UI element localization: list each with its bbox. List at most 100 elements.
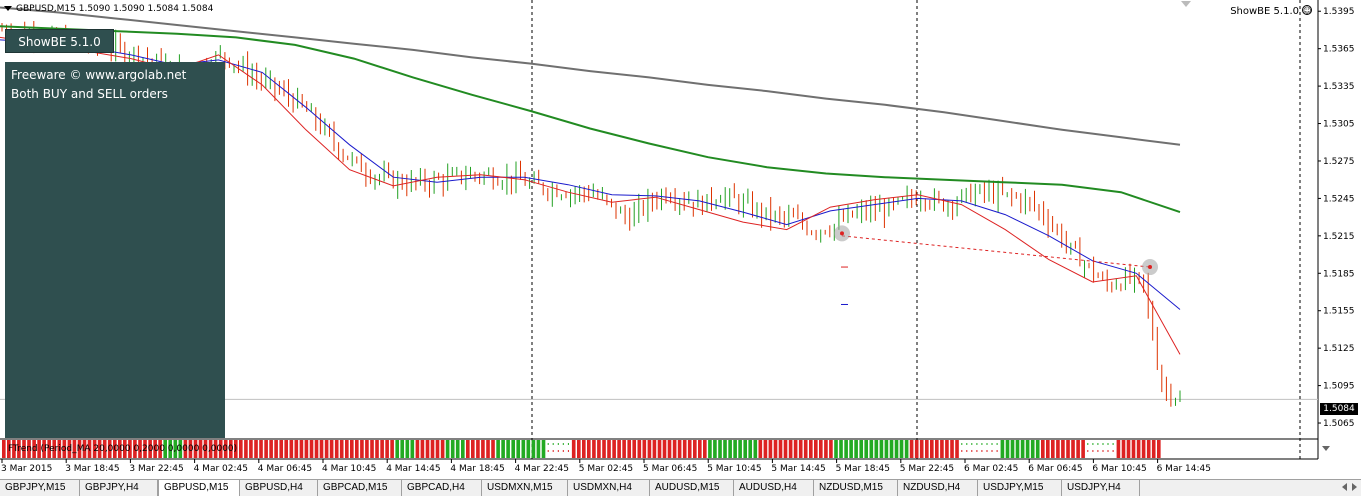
ftrend-bar <box>304 440 309 458</box>
ftrend-dot <box>1087 443 1089 445</box>
ftrend-dot <box>996 443 998 445</box>
ftrend-bar <box>1005 440 1010 458</box>
ftrend-dot <box>562 443 564 445</box>
time-tick-label: 6 Mar 10:45 <box>1092 464 1146 474</box>
chart-tab[interactable]: GBPUSD,M15 <box>158 479 240 496</box>
ftrend-bar <box>753 440 758 458</box>
chart-tab[interactable]: NZDUSD,M15 <box>814 480 898 496</box>
ftrend-bar <box>294 440 299 458</box>
ftrend-bar <box>334 440 339 458</box>
ftrend-dot <box>966 450 968 452</box>
trade-connector-line <box>841 235 1151 268</box>
ftrend-dot <box>961 443 963 445</box>
ftrend-dot <box>1097 450 1099 452</box>
chart-tab[interactable]: USDMXN,H4 <box>568 480 650 496</box>
ftrend-bar <box>486 440 490 458</box>
ftrend-bar <box>889 440 894 458</box>
ftrend-bar <box>708 440 712 458</box>
ftrend-bar <box>607 440 611 458</box>
tab-scroll-left-icon[interactable] <box>1342 483 1347 491</box>
ftrend-bar <box>738 440 742 458</box>
ftrend-bar <box>718 440 722 458</box>
ftrend-bar <box>622 440 626 458</box>
chart-tab[interactable]: NZDUSD,H4 <box>898 480 978 496</box>
showbe-button[interactable]: ShowBE 5.1.0 <box>5 29 114 53</box>
price-tick-label: 1.5155 <box>1323 307 1355 317</box>
ftrend-bar <box>425 440 430 458</box>
ftrend-bar <box>2 440 6 458</box>
ftrend-bar <box>980 440 985 458</box>
symbol-menu-icon[interactable] <box>4 6 12 11</box>
ftrend-bar <box>783 440 788 458</box>
ftrend-bar <box>1101 440 1106 458</box>
ftrend-dot <box>557 450 559 452</box>
ftrend-bar <box>899 440 904 458</box>
ftrend-bar <box>662 440 667 458</box>
ftrend-bar <box>1046 440 1050 458</box>
ftrend-bar <box>945 440 949 458</box>
chart-tab[interactable]: AUDUSD,H4 <box>734 480 814 496</box>
ftrend-bar <box>748 440 753 458</box>
time-tick-label: 6 Mar 06:45 <box>1028 464 1082 474</box>
chart-tab[interactable]: GBPJPY,M15 <box>0 480 80 496</box>
ftrend-bar <box>1015 440 1020 458</box>
ftrend-bar <box>511 440 516 458</box>
ftrend-bar <box>1056 440 1060 458</box>
tab-scroll-right-icon[interactable] <box>1352 483 1357 491</box>
ftrend-bar <box>1000 440 1005 458</box>
ftrend-bar <box>1010 440 1015 458</box>
time-tick-label: 4 Mar 06:45 <box>258 464 312 474</box>
ftrend-bar <box>1146 440 1151 458</box>
ftrend-bar <box>960 440 964 458</box>
ftrend-bar <box>854 440 858 458</box>
ftrend-bar <box>975 440 980 458</box>
ftrend-bar <box>682 440 687 458</box>
chart-tab[interactable]: GBPCAD,H4 <box>402 480 482 496</box>
chart-tab[interactable]: AUDUSD,M15 <box>650 480 734 496</box>
chart-tab[interactable]: GBPCAD,M15 <box>318 480 402 496</box>
ftrend-bar <box>360 440 364 458</box>
ftrend-bar <box>652 440 657 458</box>
subwindow-menu-icon[interactable] <box>1322 446 1330 451</box>
time-tick-label: 4 Mar 02:45 <box>194 464 248 474</box>
chart-tab[interactable]: USDMXN,M15 <box>482 480 568 496</box>
ftrend-bar <box>950 440 954 458</box>
ftrend-bar <box>874 440 879 458</box>
price-tick-label: 1.5185 <box>1323 269 1355 279</box>
ftrend-bar <box>571 440 576 458</box>
chart-tab[interactable]: GBPJPY,H4 <box>80 480 158 496</box>
showbe-title: ShowBE 5.1.0 <box>1230 6 1299 17</box>
ftrend-bar <box>829 440 833 458</box>
ftrend-dot <box>966 443 968 445</box>
ftrend-bar <box>385 440 389 458</box>
time-tick-label: 6 Mar 14:45 <box>1157 464 1211 474</box>
orders-text: Both BUY and SELL orders <box>11 87 168 101</box>
ftrend-dot <box>981 443 983 445</box>
time-tick-label: 5 Mar 10:45 <box>707 464 761 474</box>
ftrend-label: FTrend (Period_MA 20,0000 0,2000 0,0000 … <box>8 444 238 454</box>
ftrend-bar <box>914 440 919 458</box>
ftrend-bar <box>1121 440 1126 458</box>
ftrend-bar <box>1157 440 1161 458</box>
ftrend-dot <box>552 443 554 445</box>
ftrend-bar <box>713 440 717 458</box>
chart-tab[interactable]: USDJPY,H4 <box>1062 480 1140 496</box>
ftrend-bar <box>1035 440 1040 458</box>
ftrend-bar <box>904 440 909 458</box>
ftrend-bar <box>481 440 485 458</box>
ftrend-dot <box>996 450 998 452</box>
ftrend-dot <box>1102 450 1104 452</box>
ftrend-bar <box>370 440 374 458</box>
ftrend-bar <box>763 440 768 458</box>
ftrend-bar <box>319 440 324 458</box>
ftrend-bar <box>355 440 359 458</box>
ftrend-bar <box>869 440 874 458</box>
ftrend-dot <box>552 450 554 452</box>
chart-tab[interactable]: USDJPY,M15 <box>978 480 1062 496</box>
chart-tab[interactable]: GBPUSD,H4 <box>240 480 318 496</box>
ftrend-dot <box>1112 443 1114 445</box>
ftrend-bar <box>667 440 672 458</box>
ftrend-bar <box>919 440 924 458</box>
ftrend-bar <box>1131 440 1136 458</box>
chart-shift-icon[interactable] <box>1181 1 1191 7</box>
